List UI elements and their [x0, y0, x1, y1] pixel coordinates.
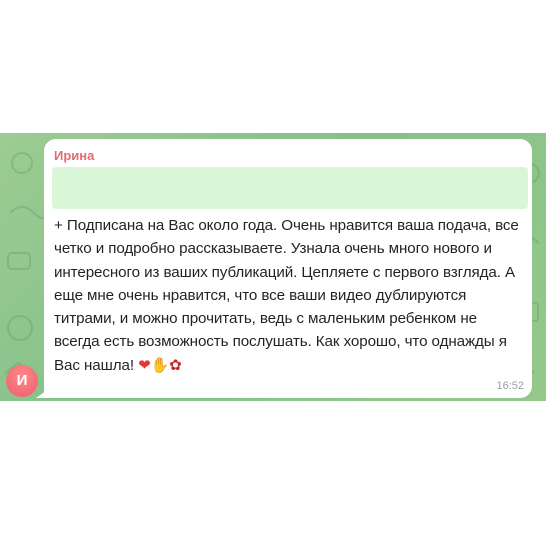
message-prefix: + [54, 217, 67, 234]
quoted-message[interactable] [52, 167, 528, 209]
rose-icon: ✿ [169, 355, 182, 374]
message-time: 16:52 [496, 380, 524, 392]
message-bubble[interactable]: Ирина + Подписана на Вас около года. Оче… [44, 139, 532, 398]
message-text: + Подписана на Вас около года. Очень нра… [54, 214, 524, 377]
thumbs-up-icon: ✋ [150, 355, 170, 374]
message-body: Подписана на Вас около года. Очень нрави… [54, 217, 519, 374]
heart-icon: ❤ [138, 355, 151, 374]
sender-name[interactable]: Ирина [54, 148, 94, 163]
avatar[interactable]: И [6, 365, 38, 397]
